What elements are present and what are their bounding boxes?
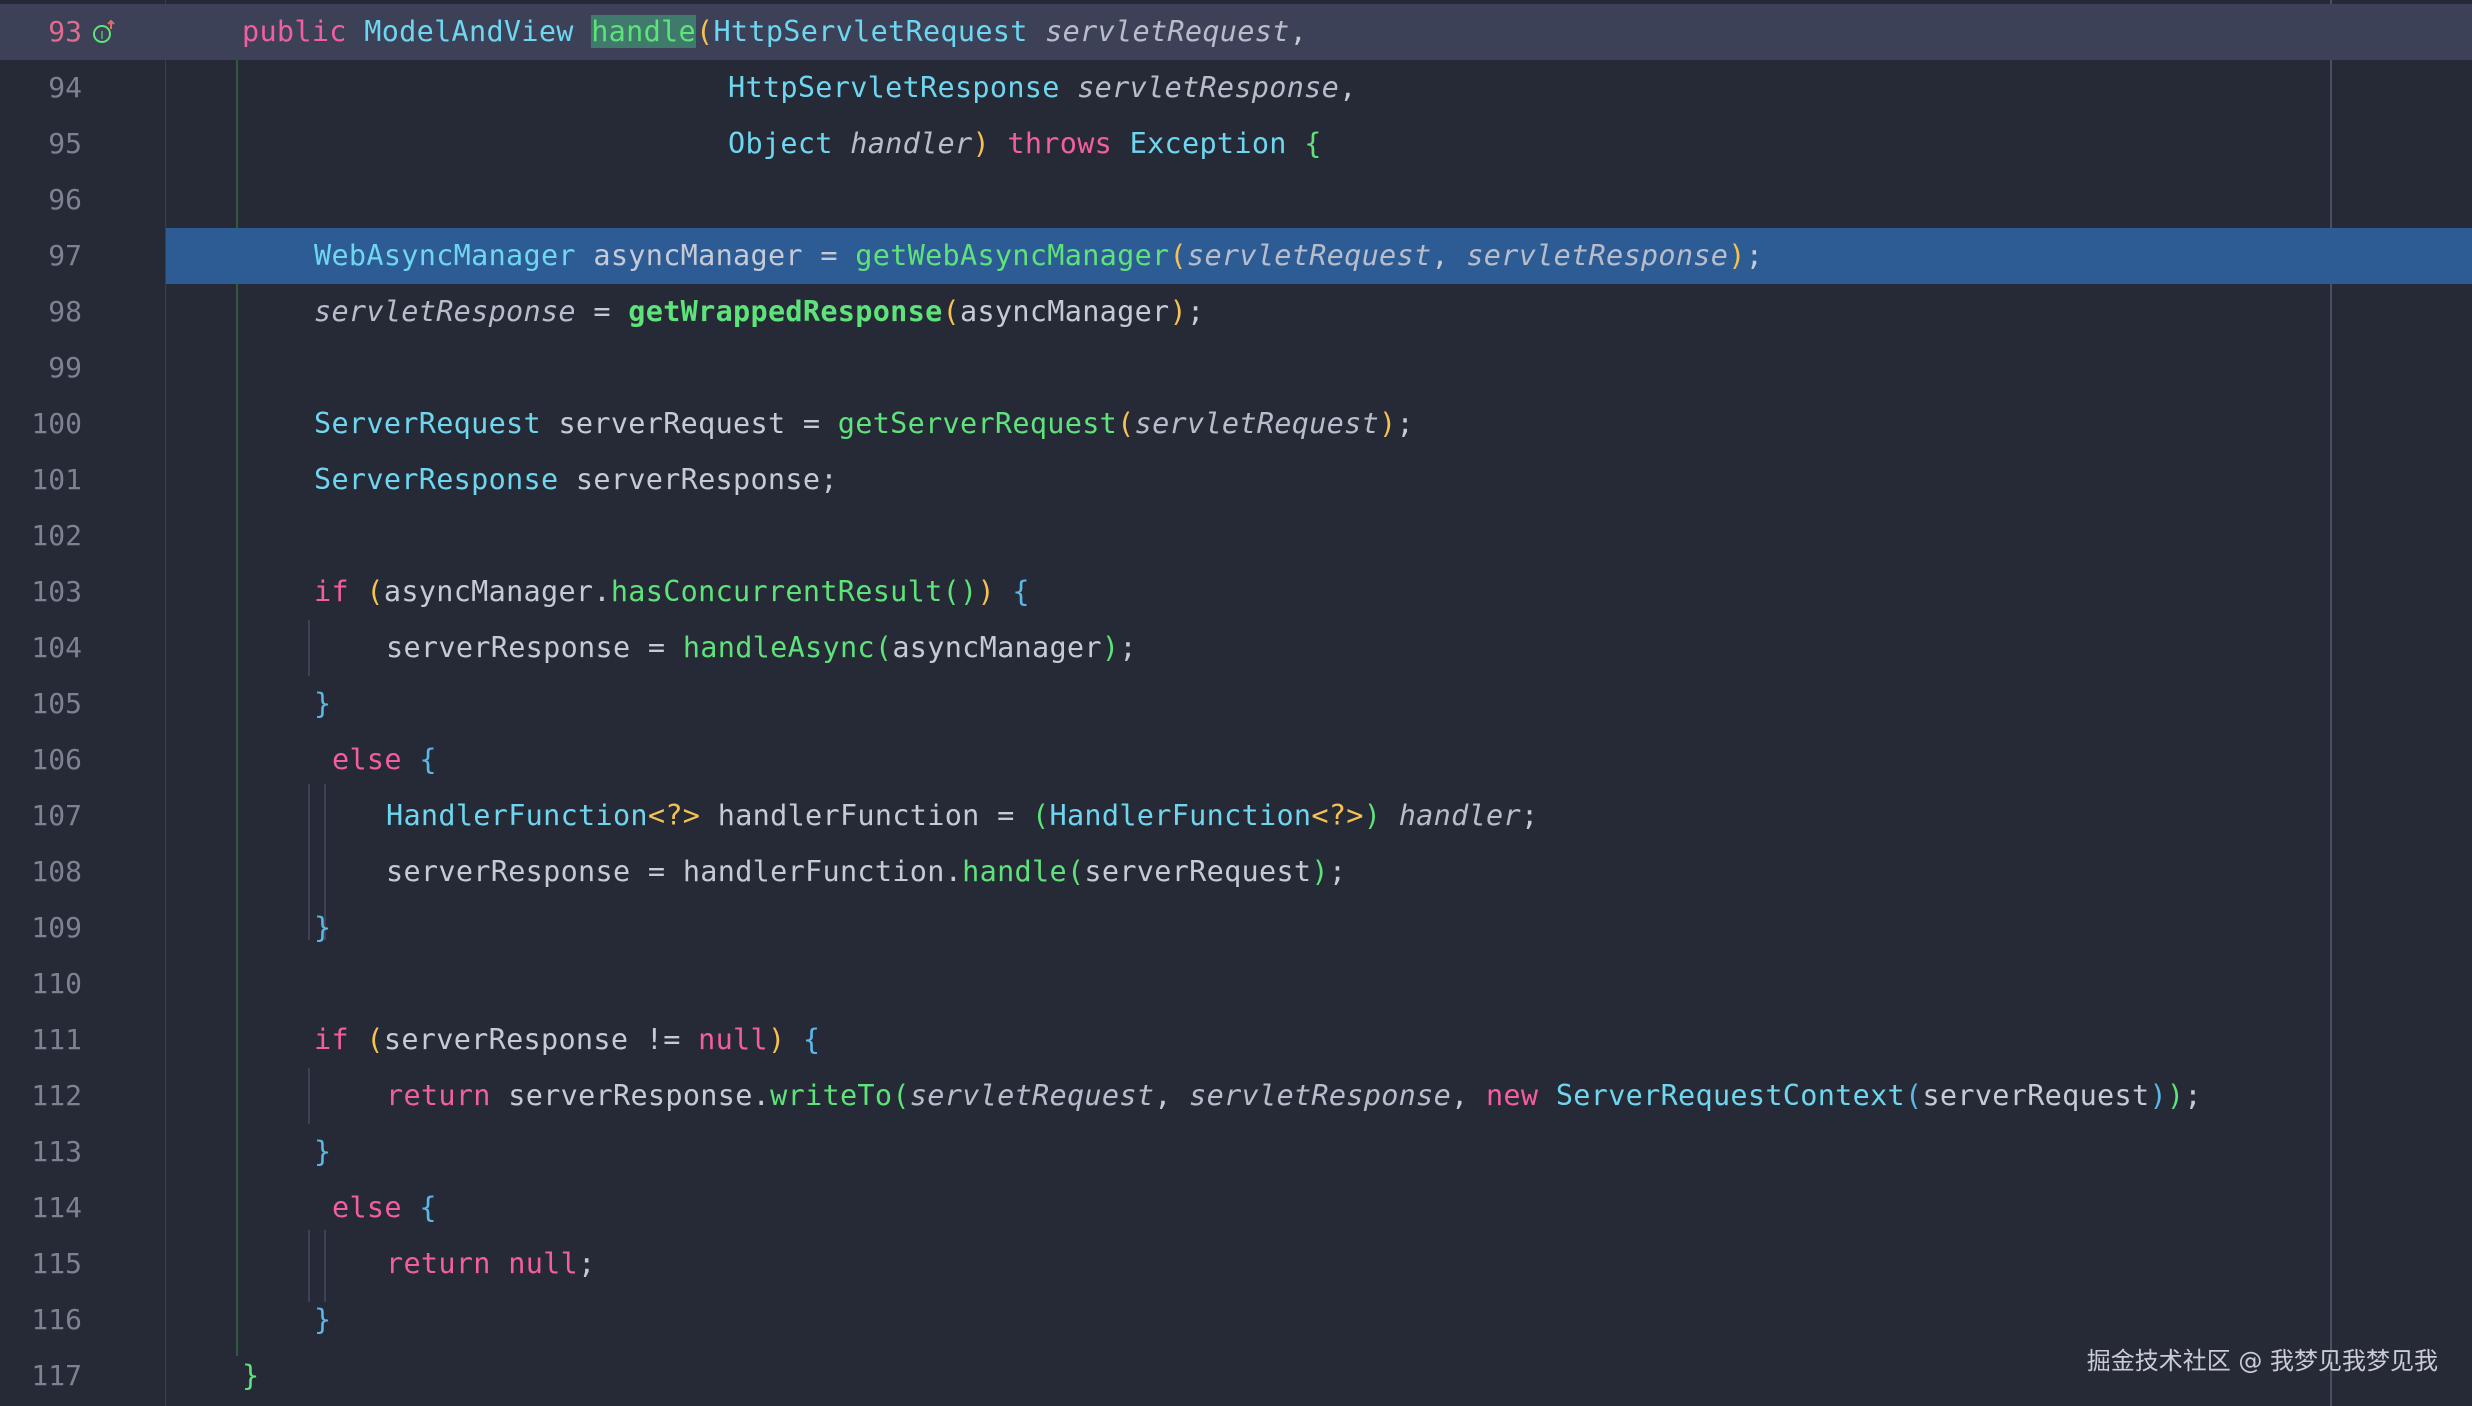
line-number: 111 (31, 1023, 82, 1056)
code-line[interactable]: 99 (0, 340, 2472, 396)
code-line[interactable]: 100 ServerRequest serverRequest = getSer… (0, 396, 2472, 452)
code-line[interactable]: 110 (0, 956, 2472, 1012)
line-number: 114 (31, 1191, 82, 1224)
line-number: 117 (31, 1359, 82, 1392)
line-number: 109 (31, 911, 82, 944)
line-number: 96 (48, 183, 82, 216)
svg-text:I: I (100, 29, 103, 42)
code-line[interactable]: 115 return null; (0, 1236, 2472, 1292)
code-line[interactable]: 96 (0, 172, 2472, 228)
line-number: 102 (31, 519, 82, 552)
code-line[interactable]: 93 I public ModelAndView handle(HttpServ… (0, 4, 2472, 60)
code-line[interactable]: 105 } (0, 676, 2472, 732)
code-line[interactable]: 109 } (0, 900, 2472, 956)
line-number: 101 (31, 463, 82, 496)
line-number: 108 (31, 855, 82, 888)
line-number: 99 (48, 351, 82, 384)
line-number: 103 (31, 575, 82, 608)
code-line[interactable]: 95 Object handler) throws Exception { (0, 116, 2472, 172)
line-number: 104 (31, 631, 82, 664)
code-line[interactable]: 103 if (asyncManager.hasConcurrentResult… (0, 564, 2472, 620)
line-number: 95 (48, 127, 82, 160)
code-line[interactable]: 106 else { (0, 732, 2472, 788)
line-number: 110 (31, 967, 82, 1000)
line-number: 93 (48, 15, 82, 48)
implementation-up-icon[interactable]: I (92, 20, 116, 44)
line-number: 106 (31, 743, 82, 776)
line-number: 100 (31, 407, 82, 440)
code-line-selected[interactable]: 97 WebAsyncManager asyncManager = getWeb… (0, 228, 2472, 284)
watermark: 掘金技术社区 @ 我梦见我梦见我 (2086, 1347, 2438, 1375)
code-line[interactable]: 101 ServerResponse serverResponse; (0, 452, 2472, 508)
line-number: 98 (48, 295, 82, 328)
line-number: 107 (31, 799, 82, 832)
code-line[interactable]: 104 serverResponse = handleAsync(asyncMa… (0, 620, 2472, 676)
code-line[interactable]: 94 HttpServletResponse servletResponse, (0, 60, 2472, 116)
highlighted-method-name: handle (591, 15, 696, 48)
code-line[interactable]: 114 else { (0, 1180, 2472, 1236)
code-editor[interactable]: 93 I public ModelAndView handle(HttpServ… (0, 0, 2472, 1406)
code-line[interactable]: 113 } (0, 1124, 2472, 1180)
line-number: 97 (48, 239, 82, 272)
line-number: 105 (31, 687, 82, 720)
code-line[interactable]: 102 (0, 508, 2472, 564)
code-line[interactable]: 116 } (0, 1292, 2472, 1348)
code-line[interactable]: 111 if (serverResponse != null) { (0, 1012, 2472, 1068)
line-number: 94 (48, 71, 82, 104)
code-line[interactable]: 98 servletResponse = getWrappedResponse(… (0, 284, 2472, 340)
line-number: 113 (31, 1135, 82, 1168)
code-line[interactable]: 107 HandlerFunction<?> handlerFunction =… (0, 788, 2472, 844)
line-number: 115 (31, 1247, 82, 1280)
line-number: 116 (31, 1303, 82, 1336)
line-number: 112 (31, 1079, 82, 1112)
code-line[interactable]: 112 return serverResponse.writeTo(servle… (0, 1068, 2472, 1124)
code-line[interactable]: 108 serverResponse = handlerFunction.han… (0, 844, 2472, 900)
